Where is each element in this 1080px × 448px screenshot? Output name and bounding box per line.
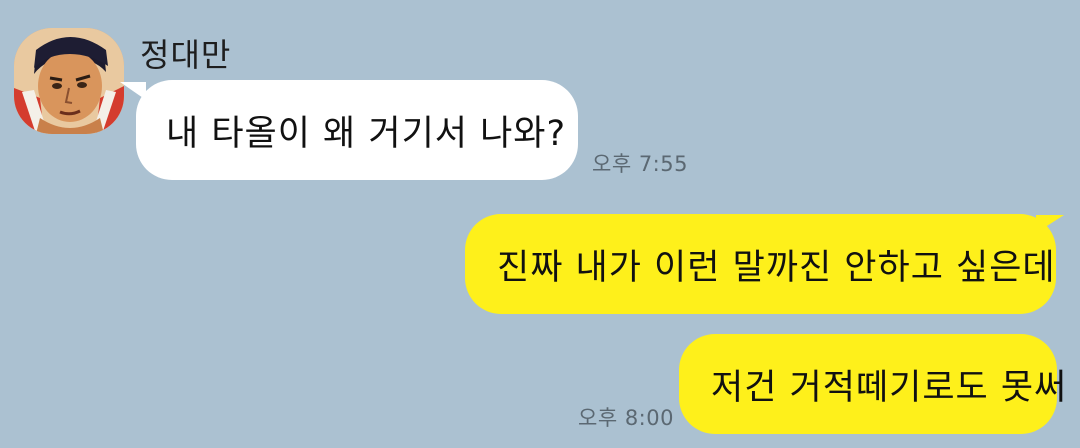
- outgoing-message-bubble[interactable]: 저건 거적떼기로도 못써: [679, 334, 1066, 434]
- chat-area: 정대만 내 타올이 왜 거기서 나와? 오후 7:55 진짜 내가 이런 말까진…: [0, 0, 1080, 448]
- message-timestamp: 오후 8:00: [578, 406, 674, 430]
- message-timestamp: 오후 7:55: [592, 152, 688, 176]
- message-text: 저건 거적떼기로도 못써: [711, 367, 1068, 408]
- message-text: 진짜 내가 이런 말까진 안하고 싶은데: [497, 247, 1056, 288]
- message-text: 내 타올이 왜 거기서 나와?: [166, 113, 567, 154]
- sender-name: 정대만: [140, 36, 232, 74]
- incoming-message-bubble[interactable]: 내 타올이 왜 거기서 나와?: [136, 80, 578, 180]
- avatar-portrait-icon: [14, 28, 124, 134]
- outgoing-message-bubble[interactable]: 진짜 내가 이런 말까진 안하고 싶은데: [465, 214, 1056, 314]
- profile-avatar[interactable]: [14, 28, 124, 134]
